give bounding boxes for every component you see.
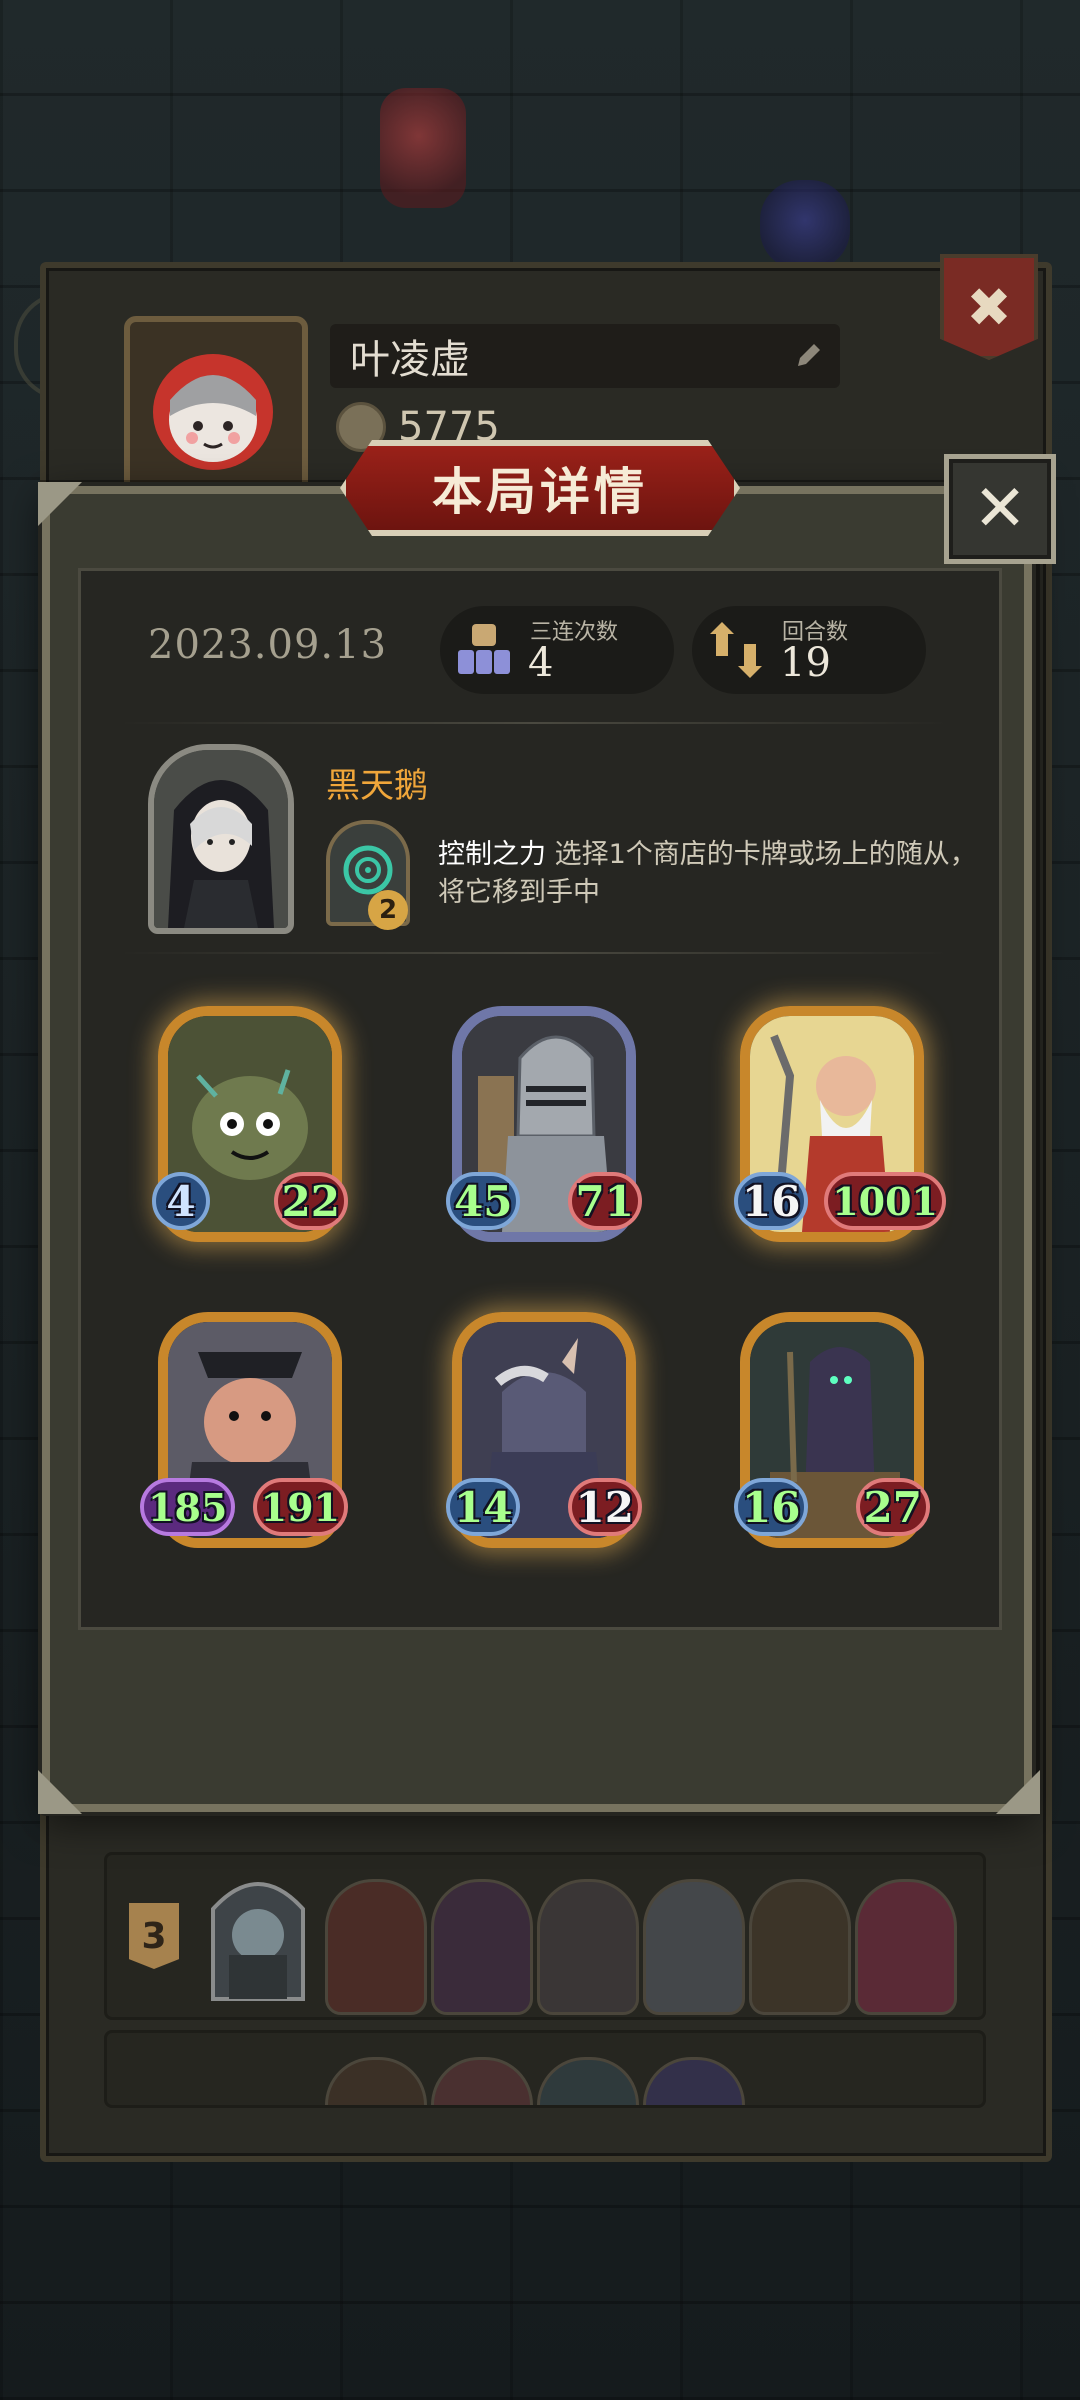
triple-icon bbox=[458, 624, 510, 674]
triple-count-value: 4 bbox=[528, 640, 554, 686]
minion-attack: 45 bbox=[446, 1172, 521, 1230]
hero-name: 黑天鹅 bbox=[326, 766, 428, 806]
background-blue-lantern bbox=[760, 180, 850, 270]
minion-health: 12 bbox=[567, 1478, 642, 1536]
history-minion bbox=[537, 1879, 639, 2015]
player-name-field[interactable]: 叶凌虚 bbox=[330, 324, 840, 388]
section-divider bbox=[118, 952, 950, 954]
triple-count-stat: 三连次数 4 bbox=[440, 606, 674, 694]
minion-attack: 4 bbox=[152, 1172, 210, 1230]
history-minion bbox=[749, 1879, 851, 2015]
minion-health: 71 bbox=[567, 1172, 642, 1230]
minion-health: 27 bbox=[855, 1478, 930, 1536]
background-red-lantern bbox=[380, 88, 466, 208]
minion-attack: 185 bbox=[140, 1478, 236, 1536]
minion-card[interactable]: 14 12 bbox=[446, 1312, 642, 1560]
history-minion bbox=[855, 1879, 957, 2015]
player-avatar[interactable] bbox=[124, 316, 308, 494]
close-icon: ✕ bbox=[973, 472, 1027, 546]
hero-power-name: 控制之力 bbox=[438, 839, 546, 870]
section-divider bbox=[118, 722, 950, 724]
history-minion bbox=[325, 1879, 427, 2015]
minion-card[interactable]: 16 1001 bbox=[734, 1006, 946, 1254]
modal-title-banner: 本局详情 bbox=[340, 440, 740, 536]
history-minion bbox=[643, 1879, 745, 2015]
player-name: 叶凌虚 bbox=[350, 337, 470, 383]
minion-health: 22 bbox=[273, 1172, 348, 1230]
minion-attack: 16 bbox=[734, 1478, 809, 1536]
profile-close-button[interactable]: ✖ bbox=[940, 254, 1038, 360]
match-date: 2023.09.13 bbox=[148, 622, 388, 668]
modal-close-button[interactable]: ✕ bbox=[944, 454, 1056, 564]
match-history-row[interactable] bbox=[104, 2030, 986, 2108]
hero-portrait[interactable] bbox=[148, 744, 294, 934]
match-history-row[interactable]: 3 bbox=[104, 1852, 986, 2020]
minion-health: 191 bbox=[252, 1478, 348, 1536]
minion-card[interactable]: 185 191 bbox=[140, 1312, 348, 1560]
history-minion bbox=[643, 2057, 745, 2105]
history-minion bbox=[325, 2057, 427, 2105]
close-icon: ✖ bbox=[966, 275, 1012, 339]
pencil-edit-icon[interactable] bbox=[792, 340, 824, 372]
turn-count-value: 19 bbox=[780, 640, 831, 686]
minion-attack: 16 bbox=[734, 1172, 809, 1230]
minion-card[interactable]: 16 27 bbox=[734, 1312, 930, 1560]
hero-power-cost: 2 bbox=[368, 890, 408, 930]
history-rank-badge: 3 bbox=[129, 1903, 179, 1969]
minion-card[interactable]: 45 71 bbox=[446, 1006, 642, 1254]
minion-card[interactable]: 4 22 bbox=[152, 1006, 348, 1254]
minion-health: 1001 bbox=[824, 1172, 946, 1230]
hero-power-description: 控制之力 选择1个商店的卡牌或场上的随从，将它移到手中 bbox=[438, 836, 978, 912]
modal-title: 本局详情 bbox=[432, 463, 648, 521]
history-minion bbox=[431, 2057, 533, 2105]
history-hero-portrait bbox=[203, 1869, 313, 2005]
minion-attack: 14 bbox=[446, 1478, 521, 1536]
turn-count-stat: 回合数 19 bbox=[692, 606, 926, 694]
turns-icon bbox=[710, 622, 762, 678]
history-minion bbox=[537, 2057, 639, 2105]
history-minion bbox=[431, 1879, 533, 2015]
